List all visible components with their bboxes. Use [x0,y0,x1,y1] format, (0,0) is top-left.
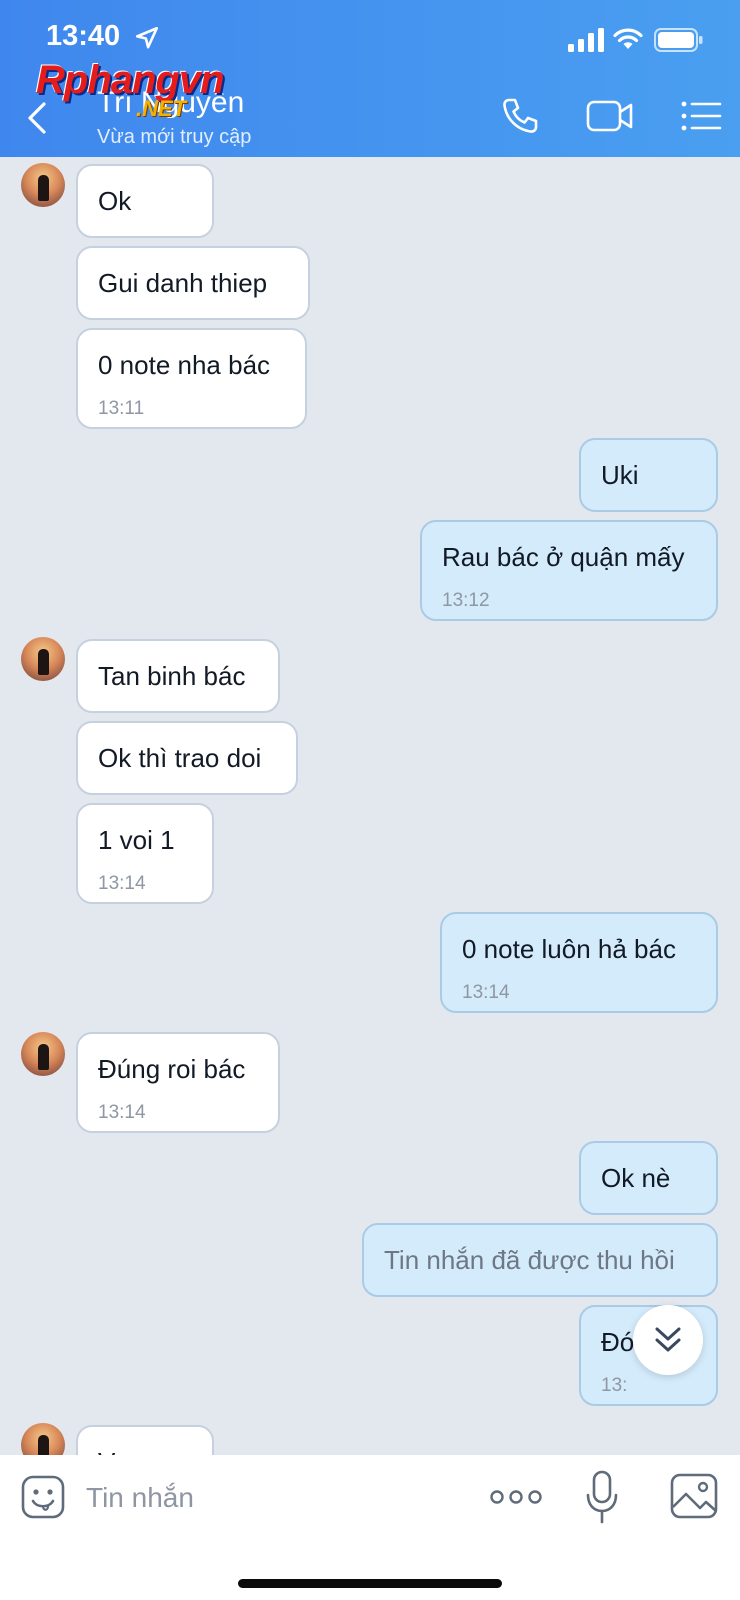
message-text: 1 voi 1 [98,825,175,855]
avatar[interactable] [21,637,65,681]
message-text: Ok [98,186,132,216]
back-button[interactable] [24,98,54,138]
message-text: 0 note nha bác [98,350,271,380]
message-bubble[interactable]: 0 note nha bác 13:11 [76,328,307,429]
microphone-button[interactable] [584,1469,620,1525]
message-text: Gui danh thiep [98,268,268,298]
message-text: Rau bác ở quận mấy [442,542,685,572]
message-time: 13: [601,1375,628,1396]
message-bubble[interactable]: Uki [579,438,718,512]
message-text: 0 note luôn hả bác [462,934,676,964]
chat-header: 13:40 Trí Nguyễn Vừa mới truy cập Rphang… [0,0,740,157]
signal-icon [568,28,604,52]
message-text: Tan binh bác [98,661,246,691]
more-options-button[interactable] [490,1485,542,1509]
message-bubble[interactable]: Rau bác ở quận mấy 13:12 [420,520,718,621]
message-time: 13:14 [98,1102,146,1123]
location-arrow-icon [135,26,159,49]
image-button[interactable] [670,1473,718,1519]
message-time: 13:11 [98,398,145,419]
status-time: 13:40 [46,20,121,52]
message-time: 13:12 [442,590,490,611]
call-button[interactable] [500,96,540,136]
contact-name[interactable]: Trí Nguyễn [97,86,244,120]
message-bubble[interactable]: 0 note luôn hả bác 13:14 [440,912,718,1013]
scroll-to-bottom-button[interactable] [633,1305,703,1375]
message-bubble[interactable]: Tin nhắn đã được thu hồi [362,1223,718,1297]
message-bubble[interactable]: 1 voi 1 13:14 [76,803,214,904]
message-bubble[interactable]: Ok [76,164,214,238]
message-text: Uki [601,460,639,490]
avatar[interactable] [21,1032,65,1076]
message-time: 13:14 [98,873,146,894]
message-bubble[interactable]: Tan binh bác [76,639,280,713]
message-text: Đúng roi bác [98,1054,246,1084]
message-text: Ok thì trao doi [98,743,262,773]
emoji-button[interactable] [21,1475,65,1519]
menu-button[interactable] [680,96,722,136]
contact-status: Vừa mới truy cập [97,126,252,148]
avatar[interactable] [21,163,65,207]
message-input-bar [0,1455,740,1600]
battery-icon [654,28,703,52]
home-indicator [238,1579,502,1588]
video-call-button[interactable] [586,96,634,136]
message-time: 13:14 [462,982,510,1003]
message-bubble[interactable]: Đúng roi bác 13:14 [76,1032,280,1133]
recalled-message-text: Tin nhắn đã được thu hồi [384,1245,675,1275]
message-bubble[interactable]: Gui danh thiep [76,246,310,320]
message-text: Ok nè [601,1163,671,1193]
message-bubble[interactable]: Ok nè [579,1141,718,1215]
double-chevron-down-icon [655,1327,681,1352]
message-input[interactable] [84,1471,468,1525]
message-bubble[interactable]: Ok thì trao doi [76,721,298,795]
wifi-icon [613,28,643,49]
